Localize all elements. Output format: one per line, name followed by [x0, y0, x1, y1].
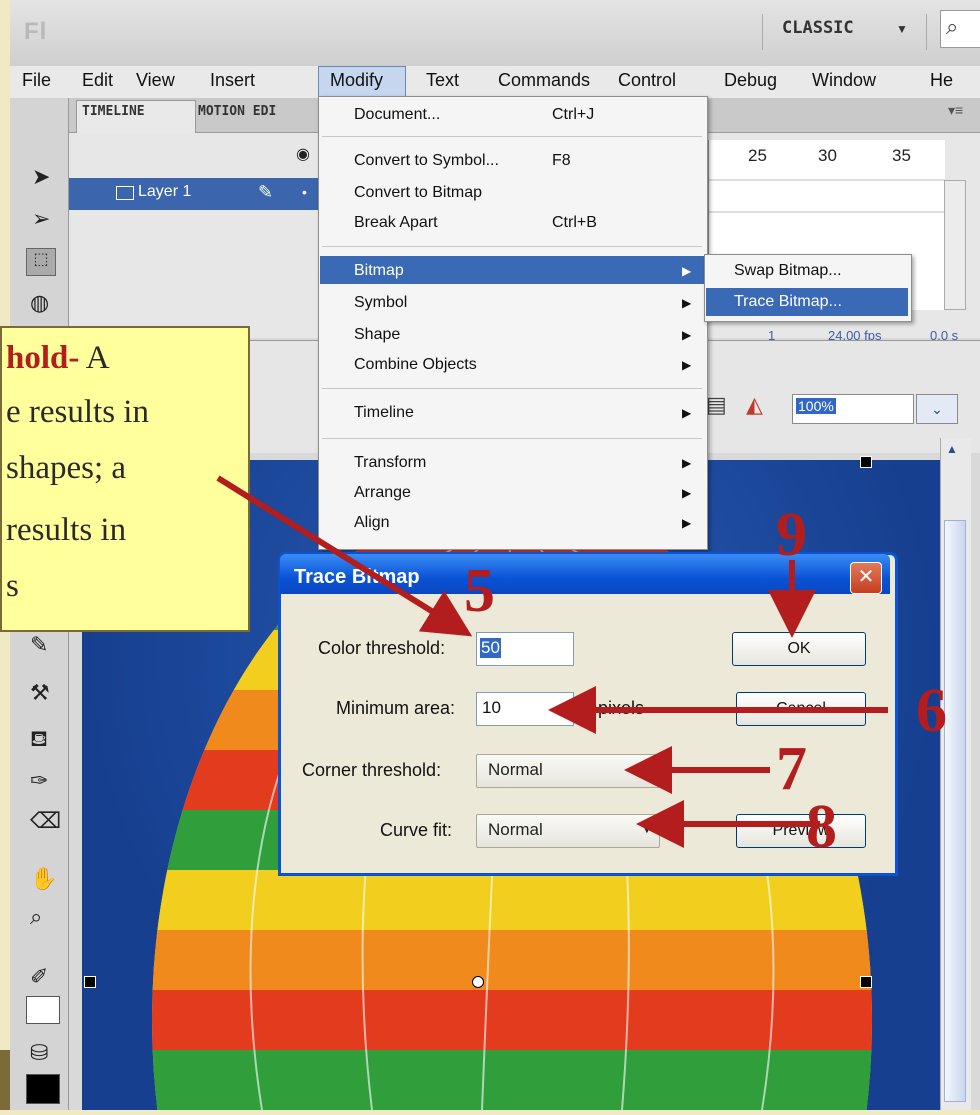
annotation-arrows [216, 475, 888, 848]
step-number-9: 9 [776, 501, 807, 569]
step-number-5: 5 [464, 557, 495, 625]
step-number-7: 7 [776, 735, 807, 803]
step-number-8: 8 [806, 793, 837, 861]
step-number-6: 6 [916, 677, 947, 745]
arrow-5 [216, 475, 473, 637]
